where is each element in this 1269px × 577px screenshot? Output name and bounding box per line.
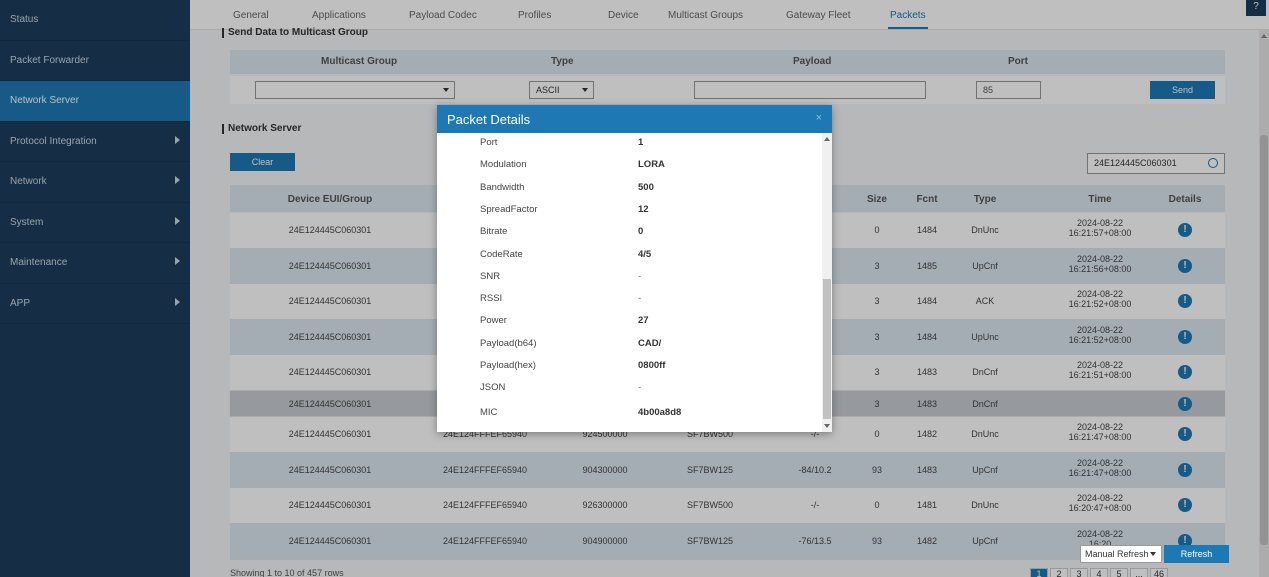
modal-scrollbar[interactable] bbox=[822, 133, 832, 432]
packet-field-label: Power bbox=[480, 315, 507, 327]
packet-field-label: SpreadFactor bbox=[480, 203, 538, 215]
modal-header: Packet Details × bbox=[437, 105, 832, 133]
packet-details-modal: Packet Details × Port 1 Modulation LORA Band… bbox=[437, 105, 832, 432]
packet-field-row: Payload(b64) CAD/ bbox=[437, 338, 822, 360]
packet-field-label: Bandwidth bbox=[480, 181, 525, 193]
packet-field-value: 0800ff bbox=[638, 360, 666, 371]
packet-field-row: Payload(hex) 0800ff bbox=[437, 360, 822, 382]
packet-field-row: Bitrate 0 bbox=[437, 226, 822, 248]
close-icon[interactable]: × bbox=[816, 112, 822, 124]
scroll-up-icon[interactable] bbox=[824, 137, 830, 141]
chevron-down-icon bbox=[1150, 552, 1156, 556]
packet-field-label: JSON bbox=[480, 382, 506, 394]
packet-field-value: 27 bbox=[638, 315, 649, 327]
packet-field-row: SNR - bbox=[437, 271, 822, 293]
modal-title: Packet Details bbox=[447, 112, 531, 127]
packet-field-value: - bbox=[638, 382, 642, 394]
packet-field-value: 4/5 bbox=[638, 248, 652, 260]
packet-field-row: Port 1 bbox=[437, 137, 822, 159]
modal-scrollbar-thumb[interactable] bbox=[823, 279, 831, 419]
packet-field-value: - bbox=[638, 293, 642, 305]
refresh-mode-value: Manual Refresh bbox=[1085, 549, 1149, 559]
packet-field-value: LORA bbox=[638, 159, 665, 171]
packet-field-label: Payload(hex) bbox=[480, 360, 536, 371]
packet-field-value: 0 bbox=[638, 226, 644, 238]
packet-field-value: 1 bbox=[638, 137, 644, 148]
packet-field-label: CodeRate bbox=[480, 248, 523, 260]
refresh-button[interactable]: Refresh bbox=[1164, 545, 1229, 563]
packet-field-value: CAD/ bbox=[638, 337, 662, 349]
packet-field-row: Modulation LORA bbox=[437, 159, 822, 181]
scroll-down-icon[interactable] bbox=[824, 424, 830, 428]
packet-field-label: SNR bbox=[480, 270, 501, 282]
refresh-mode-select[interactable]: Manual Refresh bbox=[1080, 545, 1162, 563]
packet-field-label: Payload(b64) bbox=[480, 337, 537, 349]
packet-field-label: RSSI bbox=[480, 293, 503, 305]
packet-field-row: CodeRate 4/5 bbox=[437, 249, 822, 271]
packet-field-label: Bitrate bbox=[480, 226, 508, 238]
packet-field-label: Modulation bbox=[480, 159, 527, 171]
packet-field-label: Port bbox=[480, 137, 498, 148]
packet-field-row: RSSI - bbox=[437, 293, 822, 315]
packet-field-label: MIC bbox=[480, 407, 498, 418]
packet-field-row: Power 27 bbox=[437, 315, 822, 337]
packet-field-row: SpreadFactor 12 bbox=[437, 204, 822, 226]
packet-field-value: 4b00a8d8 bbox=[638, 407, 682, 418]
packet-field-row: Bandwidth 500 bbox=[437, 182, 822, 204]
packet-field-value: 12 bbox=[638, 203, 649, 215]
modal-body: Port 1 Modulation LORA Bandwidth 500 SpreadFac… bbox=[437, 133, 822, 432]
packet-field-value: - bbox=[638, 270, 642, 282]
packet-field-row: JSON - bbox=[437, 382, 822, 404]
packet-field-row: MIC 4b00a8d8 bbox=[437, 407, 822, 429]
packet-field-value: 500 bbox=[638, 181, 654, 193]
